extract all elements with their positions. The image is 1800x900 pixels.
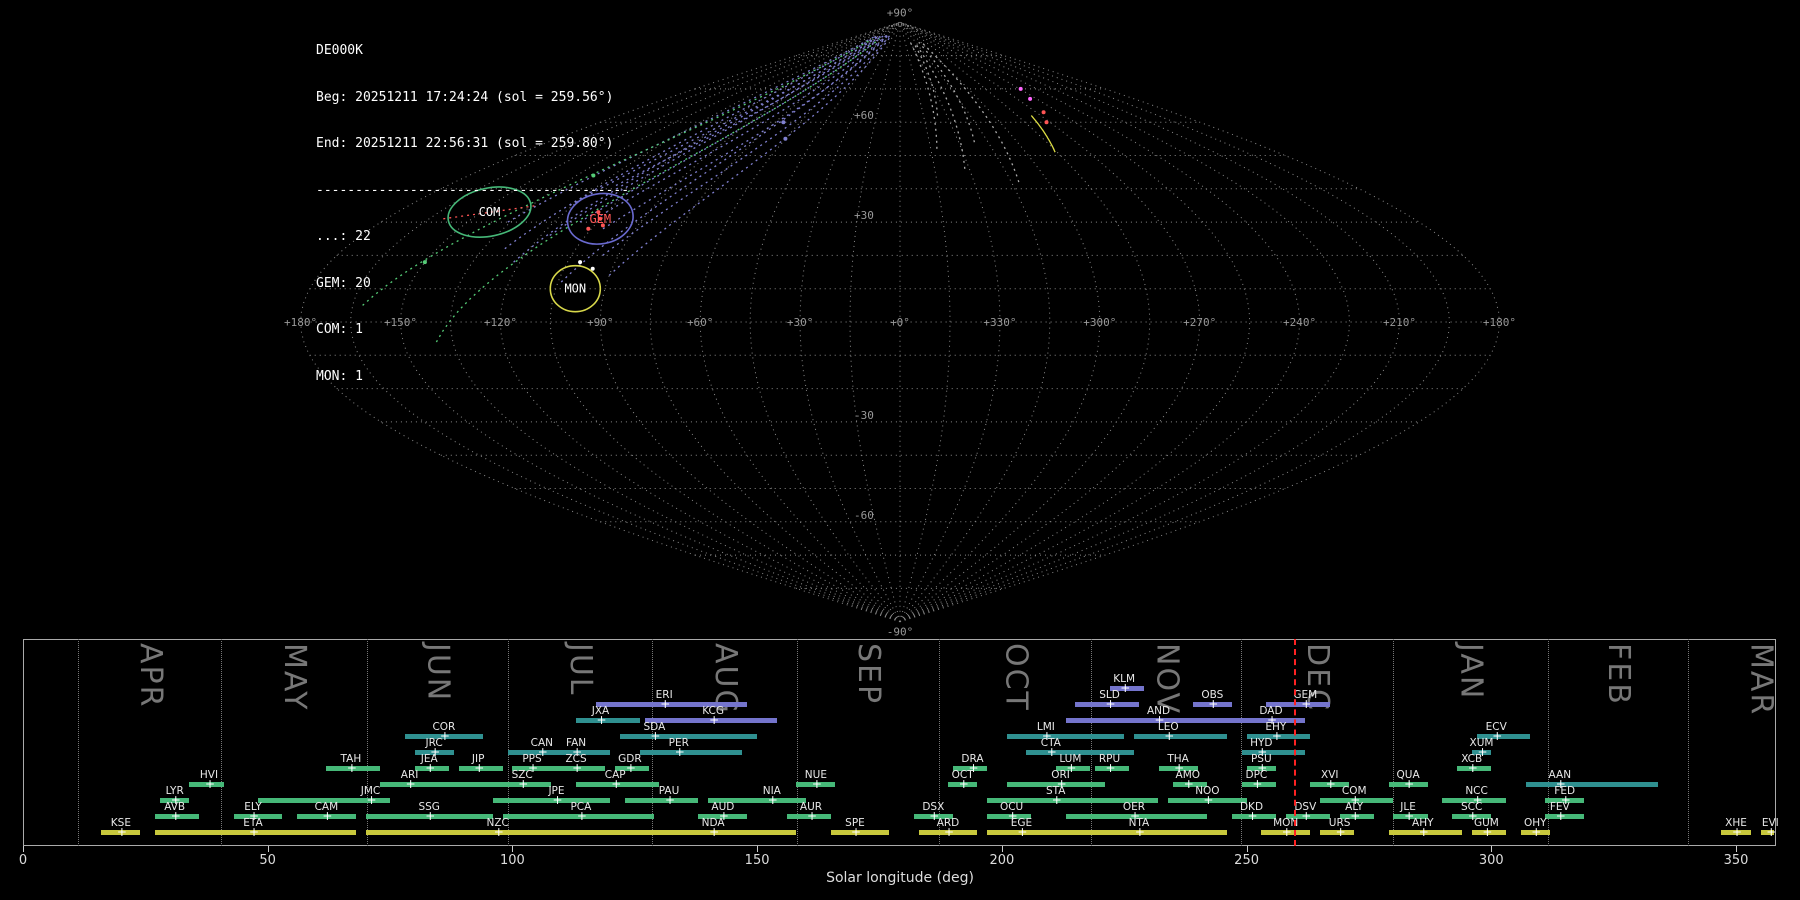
- axis-tick-250: [1246, 846, 1248, 852]
- peak-marker-NZC: +: [493, 825, 504, 839]
- axis-tick-label-200: 200: [989, 853, 1015, 868]
- peak-marker-XHE: +: [1732, 825, 1743, 839]
- peak-marker-ARD: +: [944, 825, 955, 839]
- axis-tick-label-0: 0: [18, 853, 28, 868]
- peak-marker-MON: +: [1281, 825, 1292, 839]
- peak-marker-JIP: +: [474, 761, 485, 775]
- month-label-OCT: OCT: [998, 643, 1034, 712]
- timeline-layer: APR MAY JUN JUL AUG SEP OCT NOV DEC JAN FEB MAR KLM +…: [0, 0, 1800, 900]
- axis-tick-label-250: 250: [1234, 853, 1259, 868]
- peak-marker-FEV: +: [1555, 809, 1566, 823]
- month-label-JUL: JUL: [562, 643, 598, 697]
- month-label-SEP: SEP: [851, 643, 887, 706]
- peak-marker-EGE: +: [1017, 825, 1028, 839]
- shower-bar-JXA: [576, 718, 640, 723]
- month-label-JUN: JUN: [420, 643, 456, 703]
- peak-marker-OCT: +: [958, 777, 969, 791]
- peak-marker-TAH: +: [346, 761, 357, 775]
- peak-marker-CAM: +: [322, 809, 333, 823]
- peak-marker-AHY: +: [1418, 825, 1429, 839]
- peak-marker-JXA: +: [596, 713, 607, 727]
- axis-tick-150: [757, 846, 759, 852]
- current-sol-line: [1293, 639, 1296, 846]
- month-label-FEB: FEB: [1601, 643, 1637, 706]
- shower-bar-PER: [639, 750, 743, 755]
- meteor-radiant-map-app: COM GEM MON +60 +30 -30 -60 +180° +150° +120° +90°…: [0, 0, 1800, 900]
- peak-marker-LEO: +: [1164, 729, 1175, 743]
- peak-marker-HVI: +: [205, 777, 216, 791]
- peak-marker-OHY: +: [1531, 825, 1542, 839]
- x-axis-title: Solar longitude (deg): [826, 870, 974, 886]
- peak-marker-CAP: +: [611, 777, 622, 791]
- peak-marker-AUR: +: [807, 809, 818, 823]
- peak-marker-ZCS: +: [572, 761, 583, 775]
- axis-tick-label-300: 300: [1478, 853, 1504, 868]
- peak-marker-PAU: +: [665, 793, 676, 807]
- axis-tick-100: [512, 846, 514, 852]
- peak-marker-GUM: +: [1482, 825, 1493, 839]
- peak-marker-NDA: +: [709, 825, 720, 839]
- peak-marker-KSE: +: [116, 825, 127, 839]
- axis-tick-label-350: 350: [1723, 853, 1749, 868]
- peak-marker-DPC: +: [1252, 777, 1263, 791]
- peak-marker-ETA: +: [249, 825, 260, 839]
- peak-marker-NTA: +: [1134, 825, 1145, 839]
- axis-tick-50: [267, 846, 269, 852]
- peak-marker-GEM: +: [1301, 697, 1312, 711]
- peak-marker-ERI: +: [660, 697, 671, 711]
- month-label-JAN: JAN: [1453, 643, 1489, 701]
- peak-marker-AVB: +: [170, 809, 181, 823]
- peak-marker-URS: +: [1335, 825, 1346, 839]
- peak-marker-SPE: +: [851, 825, 862, 839]
- axis-tick-0: [23, 846, 24, 852]
- peak-marker-OBS: +: [1208, 697, 1219, 711]
- peak-marker-ARI: +: [405, 777, 416, 791]
- axis-tick-label-150: 150: [744, 853, 770, 868]
- peak-marker-SZC: +: [518, 777, 529, 791]
- peak-marker-EVI: +: [1766, 825, 1777, 839]
- axis-tick-200: [1001, 846, 1003, 852]
- axis-tick-300: [1491, 846, 1493, 852]
- month-boundary-line: [221, 639, 223, 846]
- month-label-APR: APR: [132, 643, 168, 709]
- peak-marker-SSG: +: [425, 809, 436, 823]
- peak-marker-KCG: +: [709, 713, 720, 727]
- month-boundary-line: [78, 639, 80, 846]
- shower-bar-ARI: [380, 782, 498, 787]
- month-label-MAR: MAR: [1743, 643, 1779, 717]
- peak-marker-PCA: +: [576, 809, 587, 823]
- axis-tick-label-100: 100: [499, 853, 525, 868]
- peak-marker-NIA: +: [767, 793, 778, 807]
- peak-marker-DKD: +: [1247, 809, 1258, 823]
- peak-marker-NUE: +: [811, 777, 822, 791]
- shower-bar-LEO: [1134, 734, 1227, 739]
- peak-marker-JMC: +: [366, 793, 377, 807]
- peak-marker-XCB: +: [1467, 761, 1478, 775]
- month-label-MAY: MAY: [277, 643, 313, 712]
- peak-marker-QUA: +: [1404, 777, 1415, 791]
- axis-tick-350: [1736, 846, 1737, 852]
- peak-marker-SLD: +: [1105, 697, 1116, 711]
- peak-marker-RPU: +: [1105, 761, 1116, 775]
- axis-tick-label-50: 50: [259, 853, 276, 868]
- month-boundary-line: [1688, 639, 1690, 846]
- peak-marker-PER: +: [674, 745, 685, 759]
- peak-marker-STA: +: [1051, 793, 1062, 807]
- peak-marker-NOO: +: [1203, 793, 1214, 807]
- shower-bar-PAU: [625, 798, 699, 803]
